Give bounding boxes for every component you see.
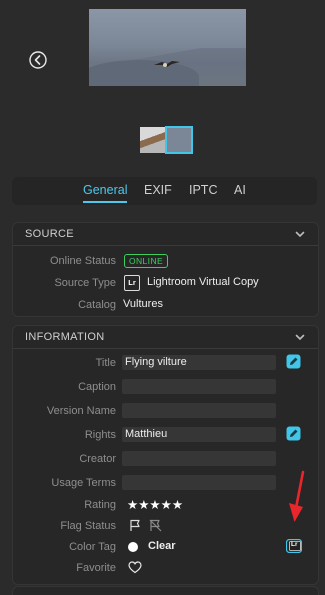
tab-general[interactable]: General bbox=[83, 183, 128, 203]
caption-label: Caption bbox=[78, 381, 116, 393]
source-panel-header[interactable]: SOURCE bbox=[13, 223, 318, 245]
rating-label: Rating bbox=[84, 499, 116, 511]
title-label: Title bbox=[95, 357, 116, 369]
main-preview-image bbox=[89, 9, 246, 86]
title-field[interactable]: Flying vilture bbox=[122, 355, 276, 370]
online-status-badge: ONLINE bbox=[124, 254, 169, 268]
color-tag-row: Color Tag Clear Lr bbox=[13, 537, 318, 557]
online-status-label: Online Status bbox=[49, 255, 116, 267]
rights-field[interactable]: Matthieu bbox=[122, 427, 276, 442]
thumbnail-original[interactable] bbox=[140, 127, 166, 153]
source-type-row: Source Type Lr Lightroom Virtual Copy bbox=[13, 273, 318, 293]
source-type-value: Lightroom Virtual Copy bbox=[147, 276, 259, 288]
information-panel: INFORMATION Title Flying vilture Caption… bbox=[12, 325, 319, 585]
caption-row: Caption bbox=[13, 377, 318, 397]
favorite-row: Favorite bbox=[13, 558, 318, 578]
flag-status-row: Flag Status bbox=[13, 516, 318, 536]
lightroom-sync-label: Lr bbox=[291, 541, 298, 548]
filmstrip bbox=[140, 126, 193, 154]
favorite-label: Favorite bbox=[76, 562, 116, 574]
title-row: Title Flying vilture bbox=[13, 353, 318, 373]
catalog-label: Catalog bbox=[78, 299, 116, 311]
metadata-tabs: General EXIF IPTC AI bbox=[12, 177, 317, 205]
information-panel-header[interactable]: INFORMATION bbox=[13, 326, 318, 348]
usage-terms-row: Usage Terms bbox=[13, 473, 318, 493]
version-name-row: Version Name bbox=[13, 401, 318, 421]
catalog-value: Vultures bbox=[123, 298, 163, 310]
vulture-figure bbox=[154, 61, 180, 67]
version-name-label: Version Name bbox=[46, 405, 116, 417]
edit-icon[interactable] bbox=[286, 426, 301, 441]
unflag-icon[interactable] bbox=[149, 519, 162, 532]
catalog-row: Catalog Vultures bbox=[13, 295, 318, 315]
creator-row: Creator bbox=[13, 449, 318, 469]
flag-status-label: Flag Status bbox=[60, 520, 116, 532]
edit-icon[interactable] bbox=[286, 354, 301, 369]
back-icon[interactable] bbox=[29, 51, 47, 69]
creator-label: Creator bbox=[79, 453, 116, 465]
tab-exif[interactable]: EXIF bbox=[144, 183, 172, 197]
color-tag-value[interactable]: Clear bbox=[148, 540, 176, 552]
rights-value: Matthieu bbox=[125, 428, 168, 440]
source-type-label: Source Type bbox=[54, 277, 116, 289]
online-status-row: Online Status ONLINE bbox=[13, 251, 318, 271]
usage-terms-field[interactable] bbox=[122, 475, 276, 490]
chevron-down-icon[interactable] bbox=[294, 331, 306, 343]
divider bbox=[13, 245, 318, 246]
creator-field[interactable] bbox=[122, 451, 276, 466]
lightroom-icon: Lr bbox=[124, 275, 140, 291]
source-panel-title: SOURCE bbox=[25, 228, 74, 240]
rights-label: Rights bbox=[84, 429, 116, 441]
flag-icon[interactable] bbox=[129, 519, 142, 532]
annotation-arrow-icon bbox=[289, 470, 305, 522]
color-tag-label: Color Tag bbox=[69, 541, 116, 553]
tab-iptc[interactable]: IPTC bbox=[189, 183, 217, 197]
title-value: Flying vilture bbox=[125, 356, 187, 368]
rating-stars[interactable]: ★★★★★ bbox=[127, 497, 183, 512]
rights-row: Rights Matthieu bbox=[13, 425, 318, 445]
color-tag-swatch[interactable] bbox=[128, 542, 138, 552]
caption-field[interactable] bbox=[122, 379, 276, 394]
divider bbox=[13, 348, 318, 349]
source-panel: SOURCE Online Status ONLINE Source Type … bbox=[12, 222, 319, 317]
heart-icon[interactable] bbox=[128, 561, 142, 574]
thumbnail-virtual-copy-selected[interactable] bbox=[165, 126, 193, 154]
usage-terms-label: Usage Terms bbox=[51, 477, 116, 489]
chevron-down-icon[interactable] bbox=[294, 228, 306, 240]
version-name-field[interactable] bbox=[122, 403, 276, 418]
rating-row: Rating ★★★★★ bbox=[13, 495, 318, 515]
information-panel-title: INFORMATION bbox=[25, 331, 105, 343]
tab-ai[interactable]: AI bbox=[234, 183, 246, 197]
